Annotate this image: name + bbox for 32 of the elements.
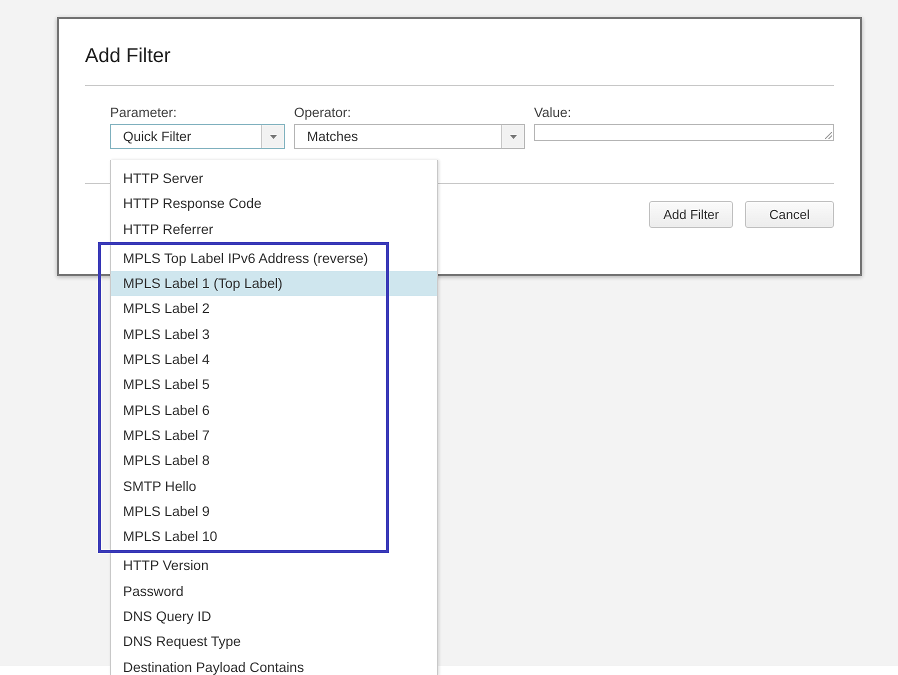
dropdown-option[interactable]: MPLS Label 5	[111, 372, 437, 398]
dropdown-option[interactable]: MPLS Label 3	[111, 322, 437, 348]
cancel-button[interactable]: Cancel	[745, 201, 834, 228]
dropdown-option[interactable]: MPLS Label 9	[111, 498, 437, 524]
caret-icon	[270, 134, 276, 138]
dropdown-option[interactable]: HTTP Response Code	[111, 191, 437, 217]
dropdown-option[interactable]: HTTP Referrer	[111, 216, 437, 242]
caret-icon	[510, 134, 516, 138]
dialog-title: Add Filter	[85, 45, 171, 68]
field-label: Parameter:	[110, 105, 177, 120]
dropdown-option[interactable]: Password	[111, 578, 437, 604]
field-label: Operator:	[294, 105, 352, 120]
dropdown-option[interactable]: HTTP Version	[111, 553, 437, 579]
resize-grip-icon	[825, 132, 832, 139]
dropdown-option[interactable]: MPLS Label 7	[111, 422, 437, 448]
select-field[interactable]: Matches	[294, 124, 525, 149]
dropdown-option[interactable]: Destination Payload Contains	[111, 654, 437, 675]
dropdown-option[interactable]: MPLS Label 10	[111, 524, 437, 550]
value-field[interactable]	[534, 124, 834, 141]
dropdown-option[interactable]: MPLS Label 1 (Top Label)	[111, 271, 437, 296]
dropdown-option[interactable]: SMTP Hello	[111, 474, 437, 499]
select-field[interactable]: Quick Filter	[110, 124, 285, 149]
add-filter-button[interactable]: Add Filter	[649, 201, 733, 228]
field-label: Value:	[534, 105, 572, 120]
dropdown-option[interactable]: MPLS Top Label IPv6 Address (reverse)	[111, 246, 437, 272]
dropdown-option[interactable]: DNS Query ID	[111, 604, 437, 630]
dropdown-option[interactable]: MPLS Label 2	[111, 296, 437, 322]
dropdown-option[interactable]: DNS Request Type	[111, 629, 437, 655]
dropdown-option[interactable]: MPLS Label 4	[111, 347, 437, 372]
dropdown-option[interactable]: HTTP Server	[111, 166, 437, 192]
dropdown-option[interactable]: MPLS Label 6	[111, 398, 437, 423]
dropdown-option[interactable]: MPLS Label 8	[111, 448, 437, 474]
